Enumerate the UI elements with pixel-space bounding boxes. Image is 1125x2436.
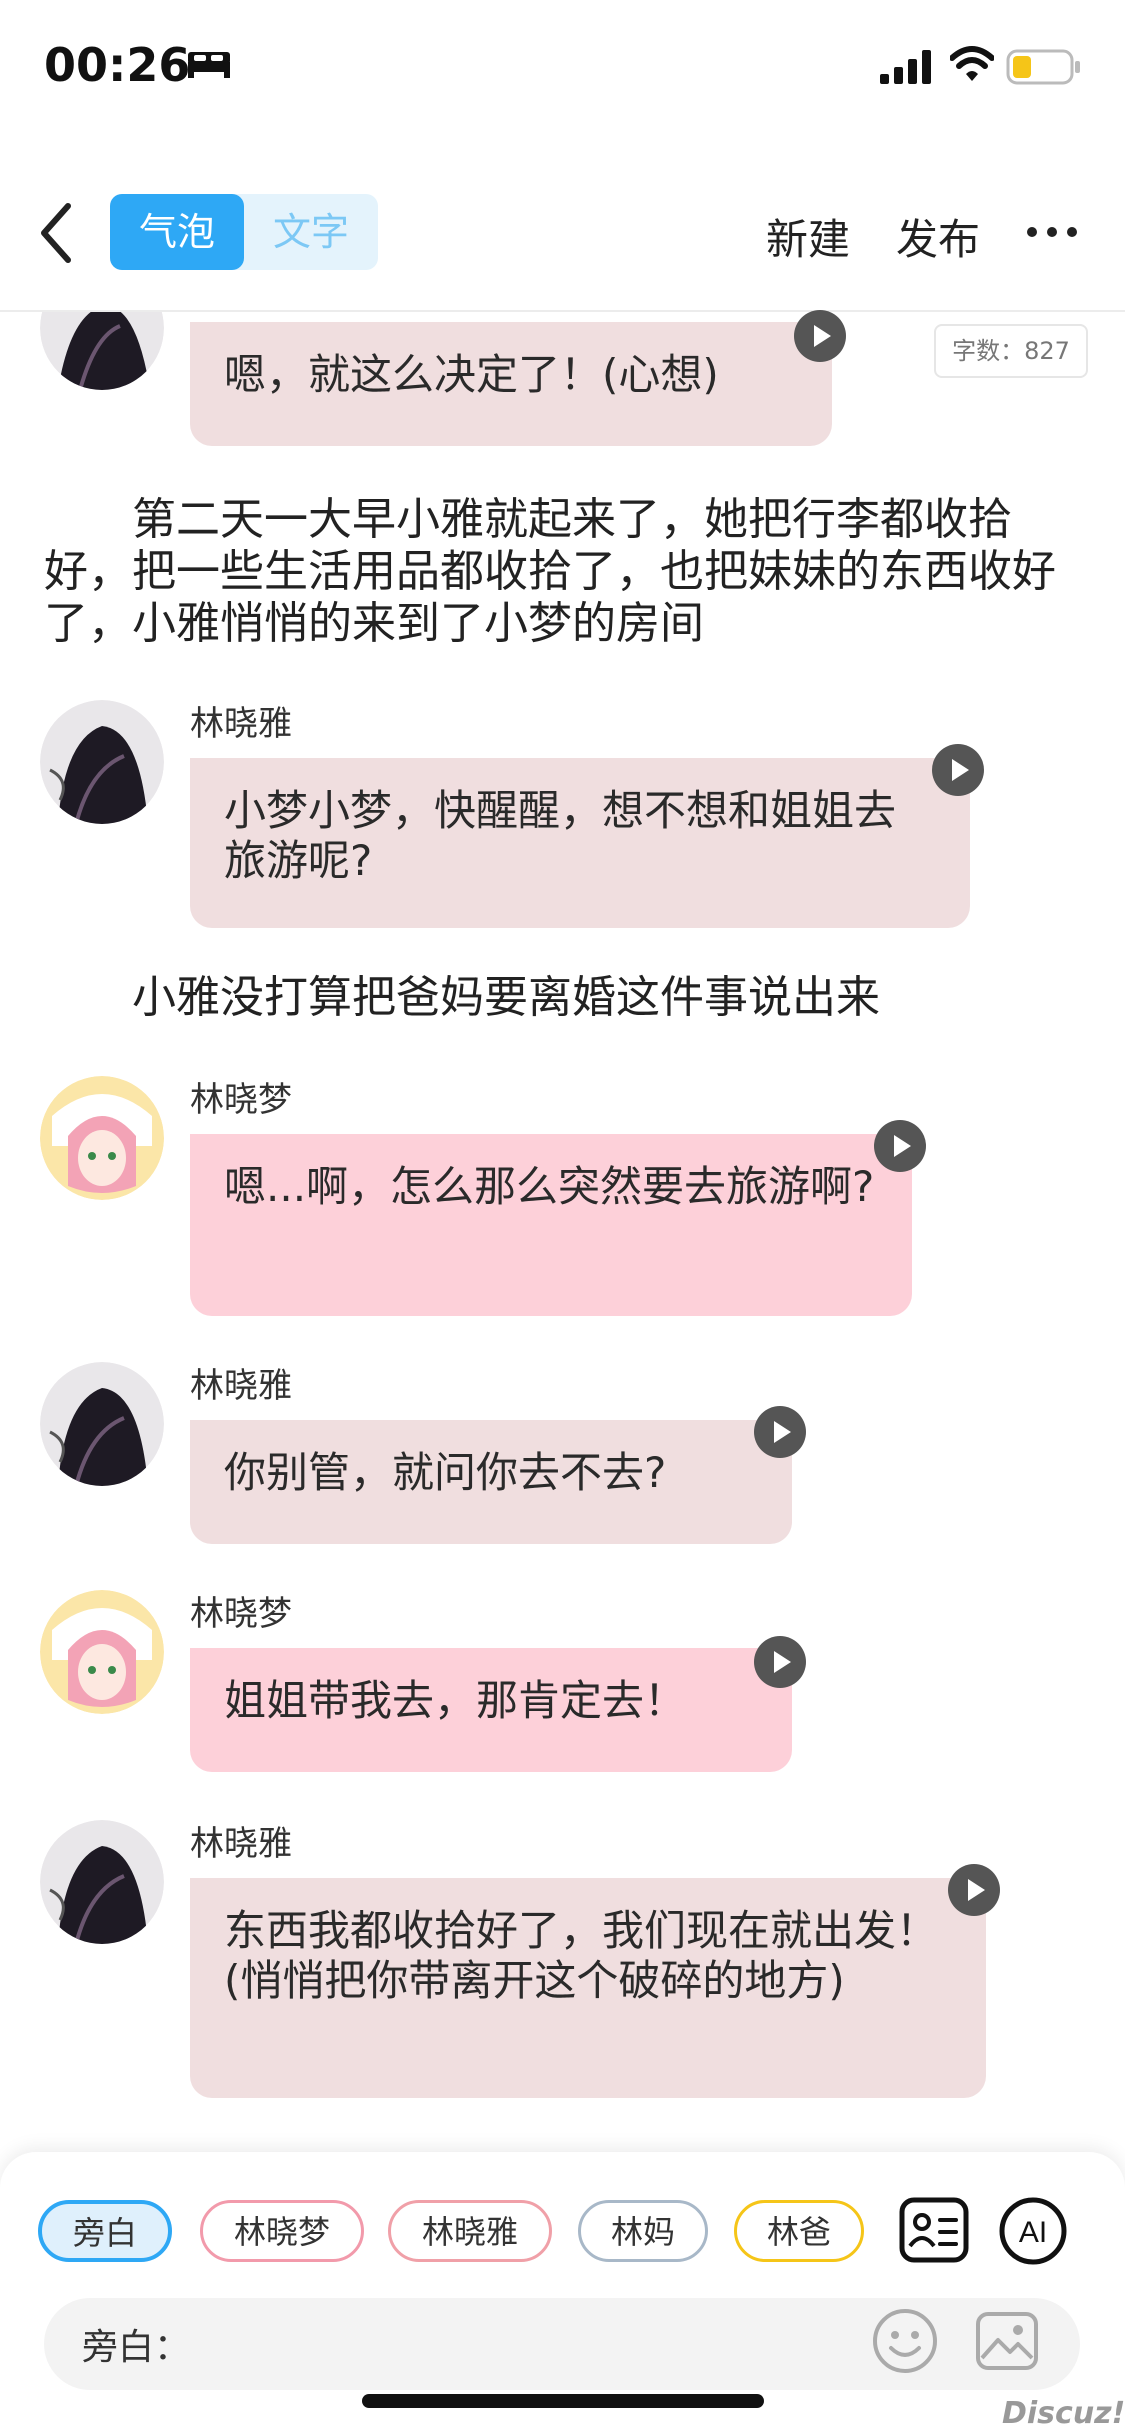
play-icon[interactable]	[754, 1636, 806, 1688]
role-chip-xiaomeng[interactable]: 林晓梦	[200, 2200, 364, 2262]
watermark: Discuz!	[1002, 2396, 1125, 2431]
publish-button[interactable]: 发布	[896, 206, 980, 267]
word-count-badge: 字数：827	[934, 324, 1088, 378]
role-chip-xiaoya[interactable]: 林晓雅	[388, 2200, 552, 2262]
ai-label: AI	[1019, 2216, 1047, 2249]
play-icon[interactable]	[754, 1406, 806, 1458]
status-bar: 00:26	[0, 0, 1125, 130]
chat-bubble[interactable]: 嗯...啊，怎么那么突然要去旅游啊?	[190, 1134, 912, 1316]
speaker-name: 林晓梦	[190, 1594, 292, 1634]
role-chip-mom[interactable]: 林妈	[578, 2200, 708, 2262]
speaker-name: 林晓梦	[190, 1080, 292, 1120]
bed-icon	[188, 52, 230, 78]
speaker-name: 林晓雅	[190, 1824, 292, 1864]
role-chip-dad[interactable]: 林爸	[734, 2200, 864, 2262]
more-icon[interactable]	[1026, 224, 1078, 240]
bubble-text: 小梦小梦，快醒醒，想不想和姐姐去旅游呢?	[224, 786, 897, 885]
play-icon[interactable]	[874, 1120, 926, 1172]
avatar[interactable]	[40, 1820, 164, 1944]
mode-switch: 气泡 文字	[110, 194, 378, 270]
speaker-name: 林晓雅	[190, 1366, 292, 1406]
bubble-text: 姐姐带我去，那肯定去！	[224, 1676, 687, 1725]
speaker-name: 林晓雅	[190, 704, 292, 744]
ai-icon[interactable]: AI	[998, 2196, 1068, 2266]
avatar[interactable]	[40, 700, 164, 824]
battery-icon	[1006, 49, 1080, 85]
new-button[interactable]: 新建	[766, 206, 850, 267]
input-role-label: 旁白：	[82, 2327, 191, 2368]
back-icon[interactable]	[36, 200, 76, 266]
image-icon[interactable]	[972, 2306, 1042, 2376]
narration-text[interactable]: 小雅没打算把爸妈要离婚这件事说出来	[44, 972, 1074, 1024]
avatar[interactable]	[40, 1362, 164, 1486]
chat-bubble[interactable]: 姐姐带我去，那肯定去！	[190, 1648, 792, 1772]
mode-bubble-tab[interactable]: 气泡	[110, 194, 244, 270]
bubble-text: 嗯...啊，怎么那么突然要去旅游啊?	[224, 1162, 875, 1211]
chat-bubble[interactable]: 嗯，就这么决定了！(心想)	[190, 322, 832, 446]
signal-icon	[880, 50, 931, 84]
chat-bubble[interactable]: 小梦小梦，快醒醒，想不想和姐姐去旅游呢?	[190, 758, 970, 928]
bubble-text: 嗯，就这么决定了！(心想)	[224, 350, 719, 399]
chat-bubble[interactable]: 你别管，就问你去不去?	[190, 1420, 792, 1544]
status-time: 00:26	[44, 38, 191, 92]
avatar[interactable]	[40, 1076, 164, 1200]
play-icon[interactable]	[794, 310, 846, 362]
wifi-icon	[950, 46, 994, 81]
emoji-icon[interactable]	[870, 2306, 940, 2376]
bubble-text: 你别管，就问你去不去?	[224, 1448, 667, 1497]
avatar[interactable]	[40, 1590, 164, 1714]
home-indicator	[362, 2394, 764, 2408]
bubble-text: 东西我都收拾好了，我们现在就出发！(悄悄把你带离开这个破碎的地方)	[224, 1906, 939, 2005]
mode-text-tab[interactable]: 文字	[244, 194, 378, 270]
narration-text[interactable]: 第二天一大早小雅就起来了，她把行李都收拾好，把一些生活用品都收拾了，也把妹妹的东…	[44, 494, 1074, 650]
play-icon[interactable]	[948, 1864, 1000, 1916]
card-icon[interactable]	[898, 2196, 970, 2264]
chat-bubble[interactable]: 东西我都收拾好了，我们现在就出发！(悄悄把你带离开这个破碎的地方)	[190, 1878, 986, 2098]
play-icon[interactable]	[932, 744, 984, 796]
role-chip-narration[interactable]: 旁白	[38, 2200, 172, 2262]
